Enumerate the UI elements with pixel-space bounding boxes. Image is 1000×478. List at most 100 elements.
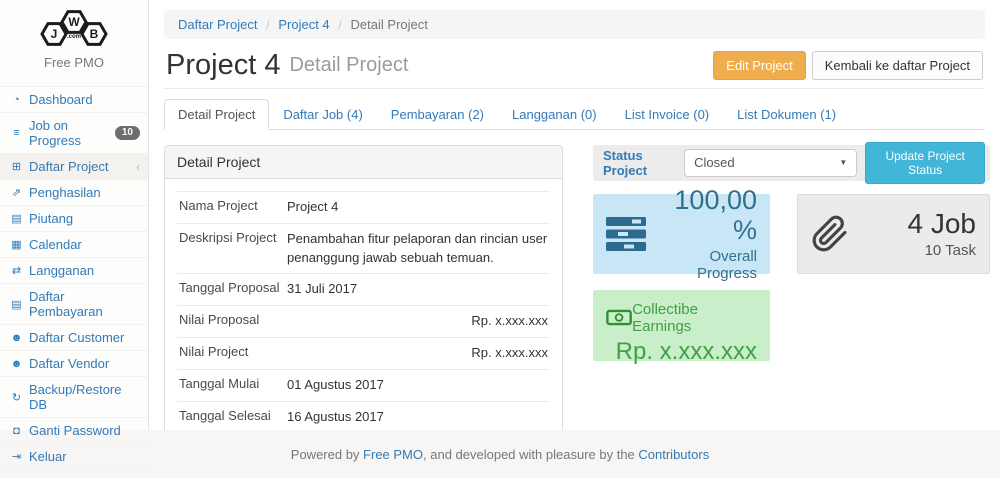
page-footer: Powered by Free PMO , and developed with… <box>0 430 1000 478</box>
sidebar-item-ganti-password[interactable]: ◘ Ganti Password <box>0 417 148 443</box>
table-row: Tanggal Mulai 01 Agustus 2017 <box>177 369 550 401</box>
sidebar-item-label: Piutang <box>29 211 73 226</box>
caret-down-icon: ▼ <box>839 158 847 167</box>
collectible-earnings-box: Collectibe Earnings Rp. x.xxx.xxx <box>593 290 770 361</box>
sidebar-item-label: Calendar <box>29 237 82 252</box>
bars-icon: ≡ <box>8 127 25 139</box>
earnings-value: Rp. x.xxx.xxx <box>606 338 757 366</box>
page-title: Project 4 <box>166 50 280 82</box>
tab-bar: Detail Project Daftar Job (4) Pembayaran… <box>164 99 985 130</box>
svg-text:W: W <box>68 15 80 29</box>
lock-icon: ◘ <box>8 425 25 437</box>
job-count-value: 4 Job <box>849 209 976 240</box>
header-divider <box>164 88 985 89</box>
job-task-box: 4 Job 10 Task <box>797 194 990 274</box>
sidebar-item-daftar-vendor[interactable]: ☻ Daftar Vendor <box>0 350 148 376</box>
sign-out-icon: ⇥ <box>8 450 25 463</box>
breadcrumb-current: Detail Project <box>351 17 428 32</box>
breadcrumb-separator: / <box>261 17 275 32</box>
repeat-icon: ⇄ <box>8 264 25 277</box>
sidebar: J W B .com Free PMO ◔ Dashboard ≡ Job on… <box>0 0 149 430</box>
sidebar-item-keluar[interactable]: ⇥ Keluar <box>0 443 148 470</box>
sidebar-item-job-on-progress[interactable]: ≡ Job on Progress 10 <box>0 112 148 153</box>
footer-text: Powered by <box>291 447 363 462</box>
page-header: Project 4 Detail Project Edit Project Ke… <box>166 50 983 82</box>
sidebar-item-daftar-project[interactable]: ⊞ Daftar Project ‹ <box>0 153 148 179</box>
sidebar-item-calendar[interactable]: ▦ Calendar <box>0 231 148 257</box>
sidebar-item-piutang[interactable]: ▤ Piutang <box>0 205 148 231</box>
table-row: Tanggal Selesai 16 Agustus 2017 <box>177 401 550 430</box>
sidebar-item-label: Backup/Restore DB <box>29 382 140 412</box>
breadcrumb: Daftar Project / Project 4 / Detail Proj… <box>164 10 985 39</box>
users-icon: ☻ <box>8 332 25 344</box>
tab-langganan[interactable]: Langganan (0) <box>498 99 611 130</box>
svg-text:J: J <box>51 27 58 41</box>
brand-name: Free PMO <box>0 55 148 70</box>
overall-progress-box: 100,00 % Overall Progress <box>593 194 770 274</box>
chart-line-icon: ⇗ <box>8 186 25 199</box>
job-count-badge: 10 <box>115 126 140 140</box>
task-count-value: 10 Task <box>849 242 976 259</box>
overall-progress-label: Overall Progress <box>646 248 757 282</box>
sidebar-item-label: Daftar Pembayaran <box>29 289 140 319</box>
sidebar-item-label: Penghasilan <box>29 185 101 200</box>
breadcrumb-daftar-project[interactable]: Daftar Project <box>178 17 257 32</box>
tab-pembayaran[interactable]: Pembayaran (2) <box>377 99 498 130</box>
status-select[interactable]: Closed ▼ <box>684 149 857 177</box>
users-icon: ☻ <box>8 358 25 370</box>
sidebar-item-label: Daftar Customer <box>29 330 124 345</box>
contributors-link[interactable]: Contributors <box>638 447 709 462</box>
earnings-label: Collectibe Earnings <box>632 301 757 335</box>
money-icon: ▤ <box>8 298 25 311</box>
sidebar-item-penghasilan[interactable]: ⇗ Penghasilan <box>0 179 148 205</box>
sidebar-item-label: Langganan <box>29 263 94 278</box>
logo-block: J W B .com Free PMO <box>0 0 148 76</box>
sidebar-nav: ◔ Dashboard ≡ Job on Progress 10 ⊞ Dafta… <box>0 86 148 470</box>
footer-text: , and developed with pleasure by the <box>423 447 638 462</box>
table-row: Deskripsi Project Penambahan fitur pelap… <box>177 223 550 274</box>
table-row: Nilai Project Rp. x.xxx.xxx <box>177 337 550 369</box>
overall-progress-value: 100,00 % <box>646 186 757 245</box>
status-project-label: Status Project <box>598 148 684 178</box>
status-select-value: Closed <box>694 155 734 170</box>
update-project-status-button[interactable]: Update Project Status <box>865 142 985 184</box>
money-icon <box>606 309 632 326</box>
panel-title: Detail Project <box>165 146 562 179</box>
tab-list-invoice[interactable]: List Invoice (0) <box>611 99 724 130</box>
page-subtitle: Detail Project <box>289 54 408 77</box>
sidebar-item-backup-restore-db[interactable]: ↻ Backup/Restore DB <box>0 376 148 417</box>
table-icon: ⊞ <box>8 160 25 173</box>
sidebar-item-langganan[interactable]: ⇄ Langganan <box>0 257 148 283</box>
dashboard-icon: ◔ <box>8 94 25 106</box>
edit-project-button[interactable]: Edit Project <box>713 51 805 80</box>
right-column: Status Project Closed ▼ Update Project S… <box>593 145 990 430</box>
tab-detail-project[interactable]: Detail Project <box>164 99 269 130</box>
table-row: Tanggal Proposal 31 Juli 2017 <box>177 273 550 305</box>
refresh-icon: ↻ <box>8 391 25 404</box>
sidebar-item-daftar-customer[interactable]: ☻ Daftar Customer <box>0 324 148 350</box>
tab-list-dokumen[interactable]: List Dokumen (1) <box>723 99 850 130</box>
tab-daftar-job[interactable]: Daftar Job (4) <box>269 99 376 130</box>
table-row: Nilai Proposal Rp. x.xxx.xxx <box>177 305 550 337</box>
sidebar-item-label: Daftar Project <box>29 159 108 174</box>
table-row: Nama Project Project 4 <box>177 191 550 223</box>
tasks-icon <box>606 217 646 251</box>
back-to-list-button[interactable]: Kembali ke daftar Project <box>812 51 983 80</box>
svg-text:.com: .com <box>67 34 81 40</box>
chevron-left-icon: ‹ <box>136 160 140 174</box>
detail-table: Nama Project Project 4 Deskripsi Project… <box>177 191 550 430</box>
sidebar-item-daftar-pembayaran[interactable]: ▤ Daftar Pembayaran <box>0 283 148 324</box>
free-pmo-link[interactable]: Free PMO <box>363 447 423 462</box>
sidebar-item-label: Job on Progress <box>29 118 115 148</box>
breadcrumb-project-4[interactable]: Project 4 <box>278 17 329 32</box>
status-project-bar: Status Project Closed ▼ Update Project S… <box>593 145 990 181</box>
sidebar-item-label: Dashboard <box>29 92 93 107</box>
paperclip-icon <box>811 215 849 253</box>
sidebar-item-label: Daftar Vendor <box>29 356 109 371</box>
sidebar-item-label: Keluar <box>29 449 67 464</box>
svg-text:B: B <box>90 27 99 41</box>
breadcrumb-separator: / <box>333 17 347 32</box>
calendar-icon: ▦ <box>8 238 25 251</box>
app-window: J W B .com Free PMO ◔ Dashboard ≡ Job on… <box>0 0 1000 430</box>
sidebar-item-dashboard[interactable]: ◔ Dashboard <box>0 86 148 112</box>
